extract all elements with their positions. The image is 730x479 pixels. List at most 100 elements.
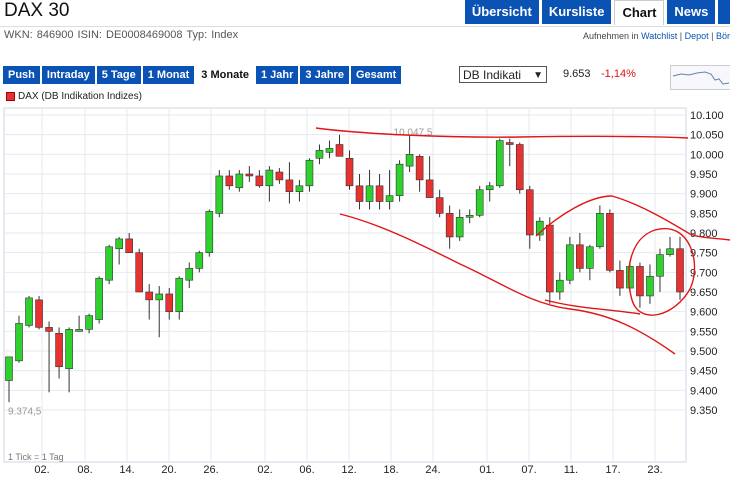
range-intraday[interactable]: Intraday bbox=[41, 66, 95, 84]
candle-body bbox=[355, 185, 364, 202]
candle-body bbox=[55, 333, 63, 368]
legend-swatch bbox=[6, 92, 15, 101]
candle-body bbox=[345, 157, 354, 187]
instrument-meta: WKN: 846900 ISIN: DE0008469008 Typ: Inde… bbox=[4, 29, 239, 41]
candle-body bbox=[566, 244, 574, 281]
y-tick-label: 10.100 bbox=[690, 110, 724, 122]
legend-label: DAX (DB Indikation Indizes) bbox=[18, 91, 142, 102]
candle-body bbox=[325, 148, 334, 153]
candle-body bbox=[616, 270, 624, 289]
range-1-jahr[interactable]: 1 Jahr bbox=[255, 66, 299, 84]
candle-body bbox=[435, 197, 444, 214]
chevron-down-icon: ▼ bbox=[533, 70, 543, 81]
depot-link[interactable]: Depot bbox=[685, 31, 709, 41]
candle-body bbox=[485, 185, 494, 191]
range-1-monat[interactable]: 1 Monat bbox=[142, 66, 195, 84]
range-3-monate[interactable]: 3 Monate bbox=[196, 66, 254, 84]
x-tick-label: 11. bbox=[564, 464, 578, 476]
candlestick-chart[interactable]: 02. 08. 14. 20. 26. 02. 06. 12. 18. 24. 01. 07. 11. 1… bbox=[0, 104, 730, 479]
tab-more[interactable] bbox=[718, 0, 730, 24]
candle-body bbox=[175, 277, 184, 312]
candle-body bbox=[295, 185, 304, 193]
y-tick-label: 9.400 bbox=[690, 385, 718, 397]
x-tick-label: 06. bbox=[299, 464, 314, 476]
candle-body bbox=[505, 142, 514, 145]
y-tick-label: 9.950 bbox=[690, 169, 718, 181]
tab-kursliste[interactable]: Kursliste bbox=[541, 0, 612, 24]
y-tick-label: 9.650 bbox=[690, 287, 718, 299]
time-range-selector: Push Intraday 5 Tage 1 Monat 3 Monate 1 … bbox=[3, 66, 402, 84]
candle-body bbox=[445, 213, 454, 238]
candle-body bbox=[285, 179, 294, 193]
watchlist-link[interactable]: Watchlist bbox=[641, 31, 677, 41]
x-tick-label: 26. bbox=[203, 464, 218, 476]
source-select[interactable]: DB Indikati ▼ bbox=[459, 66, 547, 83]
candle-body bbox=[15, 323, 23, 362]
instrument-info-bar: WKN: 846900 ISIN: DE0008469008 Typ: Inde… bbox=[0, 26, 730, 45]
range-push[interactable]: Push bbox=[3, 66, 40, 84]
price-change: -1,14% bbox=[601, 68, 636, 80]
candle-body bbox=[385, 195, 394, 202]
y-tick-label: 9.550 bbox=[690, 326, 718, 338]
candle-body bbox=[25, 297, 33, 326]
candle-body bbox=[576, 244, 584, 269]
candle-body bbox=[105, 246, 113, 281]
candle-body bbox=[656, 254, 664, 277]
y-tick-label: 9.600 bbox=[690, 307, 718, 319]
candle-body bbox=[666, 248, 674, 255]
page-title: DAX 30 bbox=[4, 0, 70, 21]
candle-body bbox=[515, 144, 524, 191]
x-tick-label: 18. bbox=[383, 464, 398, 476]
range-5-tage[interactable]: 5 Tage bbox=[96, 66, 141, 84]
candle-body bbox=[165, 293, 174, 312]
candle-body bbox=[596, 213, 604, 248]
y-tick-label: 10.050 bbox=[690, 130, 724, 142]
candle-body bbox=[265, 169, 274, 187]
x-tick-label: 23. bbox=[647, 464, 662, 476]
x-tick-label: 01. bbox=[479, 464, 494, 476]
candle-body bbox=[195, 252, 204, 269]
candle-body bbox=[415, 155, 424, 181]
candle-body bbox=[375, 185, 384, 202]
x-tick-label: 08. bbox=[77, 464, 92, 476]
tab-chart[interactable]: Chart bbox=[614, 0, 665, 25]
candle-body bbox=[626, 266, 634, 289]
candle-body bbox=[85, 315, 93, 330]
y-tick-label: 10.000 bbox=[690, 149, 724, 161]
candle-body bbox=[255, 175, 264, 187]
candle-body bbox=[215, 175, 224, 214]
candle-body bbox=[155, 293, 164, 301]
y-tick-label: 9.850 bbox=[690, 208, 718, 220]
candle-body bbox=[275, 171, 284, 181]
x-tick-label: 12. bbox=[341, 464, 356, 476]
candle-body bbox=[525, 189, 534, 236]
tab-uebersicht[interactable]: Übersicht bbox=[464, 0, 539, 24]
candle-body bbox=[95, 277, 103, 320]
mini-chart-thumbnail[interactable] bbox=[670, 65, 730, 90]
x-tick-label: 20. bbox=[161, 464, 176, 476]
price-chart[interactable]: 02. 08. 14. 20. 26. 02. 06. 12. 18. 24. 01. 07. 11. 1… bbox=[0, 104, 730, 479]
candle-body bbox=[405, 154, 414, 167]
candle-body bbox=[45, 327, 53, 332]
candle-body bbox=[315, 150, 324, 159]
tab-news[interactable]: News bbox=[667, 0, 716, 24]
candle-body bbox=[5, 356, 13, 381]
candle-body bbox=[225, 175, 234, 187]
x-tick-label: 02. bbox=[34, 464, 49, 476]
candle-body bbox=[245, 173, 254, 177]
range-3-jahre[interactable]: 3 Jahre bbox=[300, 66, 349, 84]
range-gesamt[interactable]: Gesamt bbox=[350, 66, 402, 84]
candle-body bbox=[546, 224, 554, 293]
x-tick-label: 14. bbox=[119, 464, 134, 476]
plot-area bbox=[3, 107, 687, 463]
main-nav: Übersicht Kursliste Chart News bbox=[464, 0, 730, 25]
high-label: 10.047,5 bbox=[394, 128, 433, 139]
x-tick-label: 17. bbox=[605, 464, 620, 476]
candle-body bbox=[65, 329, 73, 370]
boerse-link[interactable]: Bör bbox=[716, 31, 730, 41]
candle-body bbox=[135, 252, 143, 293]
candle-body bbox=[586, 246, 594, 269]
candle-body bbox=[495, 140, 504, 187]
x-tick-label: 07. bbox=[521, 464, 536, 476]
candle-body bbox=[205, 211, 214, 253]
